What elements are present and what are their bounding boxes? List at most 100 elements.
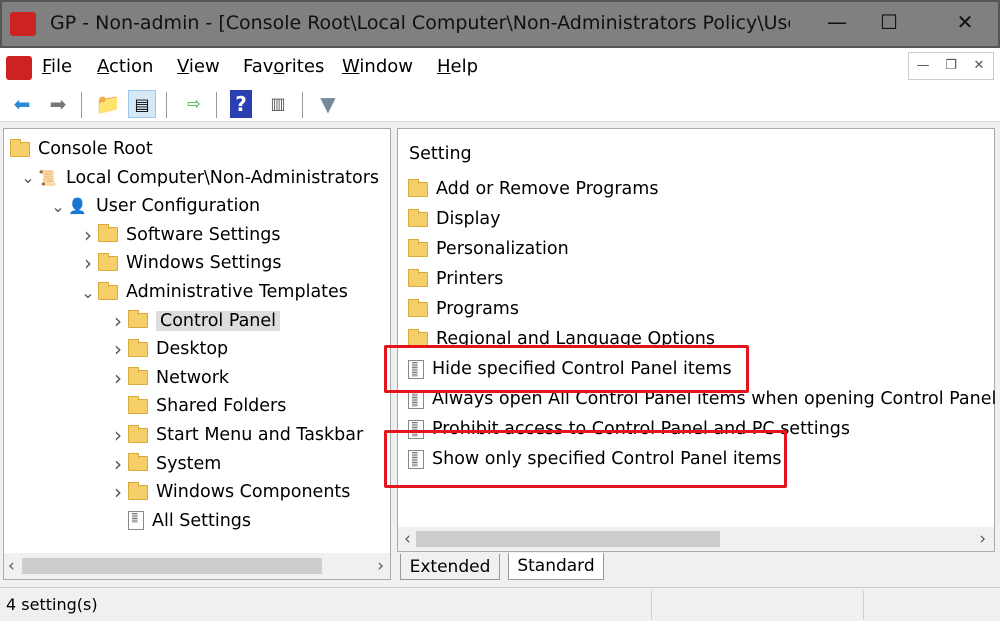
tree-item[interactable]: ⌄ 👤 User Configuration	[48, 193, 260, 219]
tree-item-label: Desktop	[156, 339, 229, 360]
folder-icon	[408, 298, 428, 317]
back-arrow-icon[interactable]: ⬅	[8, 90, 36, 118]
list-item[interactable]: Display	[408, 206, 501, 232]
folder-icon	[128, 367, 148, 386]
tree-item-label: Console Root	[38, 139, 153, 159]
menu-bar: File Action View Favorites Window Help	[0, 48, 1000, 86]
menu-view[interactable]: View	[177, 56, 220, 77]
menu-help[interactable]: Help	[437, 56, 478, 77]
menu-window[interactable]: Window	[342, 56, 413, 77]
tree-item[interactable]: › Software Settings	[78, 222, 280, 248]
tree-item[interactable]: ≡ ≡ All Settings	[108, 508, 251, 534]
chevron-right-icon[interactable]: ›	[78, 251, 98, 275]
chevron-right-icon[interactable]: ›	[108, 423, 128, 447]
scroll-thumb[interactable]	[22, 558, 322, 574]
chevron-right-icon[interactable]: ›	[108, 366, 128, 390]
chevron-right-icon[interactable]: ›	[108, 480, 128, 504]
chevron-right-icon[interactable]: ›	[78, 223, 98, 247]
menu-file[interactable]: File	[42, 56, 72, 77]
list-item[interactable]: Add or Remove Programs	[408, 176, 658, 202]
app-icon	[10, 12, 36, 36]
policy-scroll-icon: 📜	[38, 168, 57, 187]
tree-item[interactable]: ⌄ 📜 Local Computer\Non-Administrators	[18, 165, 379, 191]
folder-icon	[128, 395, 148, 414]
tree-item-label: Network	[156, 367, 230, 388]
tree-item-label: Start Menu and Taskbar	[156, 425, 364, 445]
console-icon[interactable]	[6, 56, 32, 80]
tree-item[interactable]: Shared Folders	[108, 393, 286, 419]
tree-item[interactable]: ⌄ Administrative Templates	[78, 279, 348, 305]
tree-item[interactable]: Console Root	[10, 136, 153, 162]
show-hide-tree-icon[interactable]: ▤	[128, 90, 156, 118]
tree-item[interactable]: › Start Menu and Taskbar	[108, 422, 363, 448]
minimize-button[interactable]: —	[822, 10, 852, 40]
details-pane: Setting Add or Remove Programs Display Per…	[397, 128, 996, 552]
chevron-right-icon[interactable]: ›	[108, 309, 128, 333]
close-button[interactable]: ✕	[950, 10, 980, 40]
folder-icon	[408, 208, 428, 227]
menu-favorites[interactable]: Favorites	[243, 56, 324, 77]
show-action-pane-icon[interactable]: ▥	[264, 90, 292, 118]
tree-item[interactable]: › Desktop	[108, 336, 228, 362]
separator	[216, 92, 217, 118]
child-close-button[interactable]: ✕	[965, 53, 993, 79]
toolbar: ⬅ ➡ 📁 ▤ ⇨ ? ▥ ▼	[0, 86, 1000, 122]
scroll-thumb[interactable]	[416, 531, 720, 547]
chevron-down-icon[interactable]: ⌄	[78, 283, 98, 302]
list-item-label: Display	[436, 209, 501, 229]
separator	[166, 92, 167, 118]
chevron-down-icon[interactable]: ⌄	[48, 197, 68, 216]
scroll-right-icon[interactable]: ›	[377, 556, 384, 576]
child-minimize-button[interactable]: —	[909, 53, 937, 79]
chevron-right-icon[interactable]: ›	[108, 452, 128, 476]
folder-icon	[128, 310, 148, 329]
scroll-left-icon[interactable]: ‹	[404, 529, 411, 549]
folder-icon	[128, 453, 148, 472]
scroll-left-icon[interactable]: ‹	[8, 556, 15, 576]
list-item-label: Programs	[436, 299, 519, 319]
user-config-icon: 👤	[68, 197, 87, 216]
folder-icon	[98, 224, 118, 243]
filter-icon[interactable]: ▼	[314, 90, 342, 118]
folder-icon	[408, 178, 428, 197]
tree-item[interactable]: › Control Panel	[108, 308, 281, 334]
tree-item-label: Windows Components	[156, 482, 351, 503]
tree-item-label: Shared Folders	[156, 396, 287, 417]
tree-item[interactable]: › Windows Settings	[78, 250, 281, 276]
list-item[interactable]: Printers	[408, 266, 503, 292]
help-icon[interactable]: ?	[230, 90, 252, 118]
column-header-setting[interactable]: Setting	[409, 144, 472, 164]
folder-icon	[128, 424, 148, 443]
scroll-right-icon[interactable]: ›	[979, 529, 986, 549]
tree-item[interactable]: › Windows Components	[108, 479, 350, 505]
export-list-icon[interactable]: ⇨	[180, 90, 208, 118]
child-restore-button[interactable]: ❐	[937, 53, 965, 79]
console-tree-pane: Console Root ⌄ 📜 Local Computer\Non-Adminis…	[3, 128, 391, 580]
child-window-controls: — ❐ ✕	[908, 52, 994, 80]
up-folder-icon[interactable]: 📁	[94, 90, 122, 118]
tree-horizontal-scrollbar[interactable]: ‹ ›	[4, 553, 390, 579]
tree-item-label: All Settings	[152, 510, 252, 531]
chevron-down-icon[interactable]: ⌄	[18, 168, 38, 187]
list-item[interactable]: Programs	[408, 296, 519, 322]
tree-item-label: Local Computer\Non-Administrators	[66, 167, 380, 188]
list-item[interactable]: Personalization	[408, 236, 569, 262]
tab-extended[interactable]: Extended	[400, 554, 500, 580]
tree-item-label: Control Panel	[156, 310, 281, 331]
tree-item[interactable]: › System	[108, 451, 221, 477]
maximize-button[interactable]: ☐	[874, 10, 904, 40]
separator	[302, 92, 303, 118]
folder-icon	[128, 338, 148, 357]
tree-item-label: Software Settings	[126, 224, 281, 245]
forward-arrow-icon[interactable]: ➡	[44, 90, 72, 118]
folder-icon	[98, 281, 118, 300]
tab-standard[interactable]: Standard	[508, 553, 604, 580]
chevron-right-icon[interactable]: ›	[108, 337, 128, 361]
list-horizontal-scrollbar[interactable]: ‹ ›	[398, 527, 994, 551]
folder-icon	[98, 252, 118, 271]
title-bar: GP - Non-admin - [Console Root\Local Com…	[0, 0, 1000, 48]
tree-item[interactable]: › Network	[108, 365, 229, 391]
window-title: GP - Non-admin - [Console Root\Local Com…	[50, 12, 790, 34]
menu-action[interactable]: Action	[97, 56, 153, 77]
tree-item-label: Administrative Templates	[126, 282, 348, 302]
